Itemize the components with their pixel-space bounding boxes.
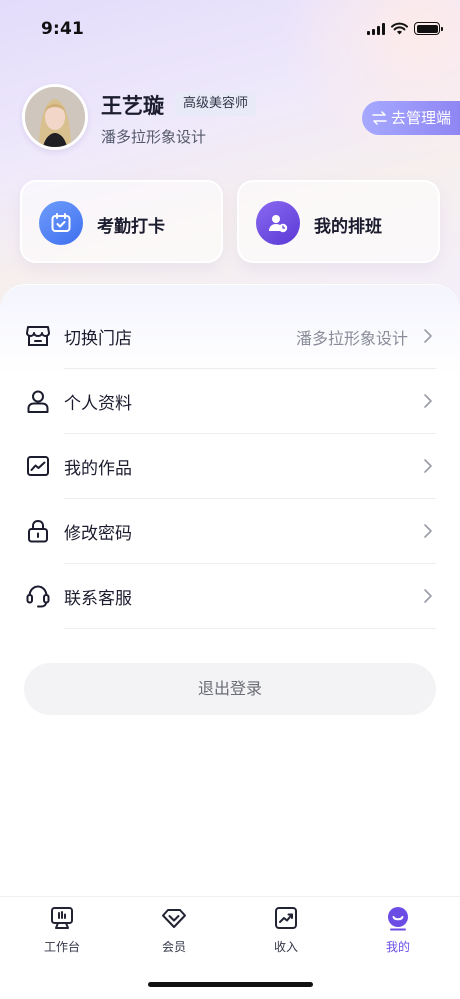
menu-item-label: 个人资料 (64, 394, 132, 414)
wifi-icon (391, 22, 408, 35)
menu-item-label: 切换门店 (64, 329, 132, 349)
menu-item-label: 我的作品 (64, 459, 132, 479)
menu-item-label: 联系客服 (64, 589, 132, 609)
cellular-signal-icon (367, 22, 385, 35)
attendance-label: 考勤打卡 (97, 217, 165, 237)
attendance-card[interactable]: 考勤打卡 (20, 180, 223, 263)
smile-profile-icon (388, 907, 408, 931)
title-badge: 高级美容师 (175, 92, 257, 116)
menu-item-my-works[interactable]: 我的作品 (0, 434, 460, 499)
tab-mine[interactable]: 我的 (358, 905, 438, 961)
menu-item-customer-service[interactable]: 联系客服 (0, 564, 460, 629)
tab-label: 会员 (161, 940, 186, 954)
swap-icon (372, 111, 387, 125)
store-icon (26, 326, 50, 346)
gallery-icon (27, 456, 49, 476)
tab-label: 工作台 (43, 940, 80, 954)
tab-members[interactable]: 会员 (134, 905, 214, 961)
menu-item-switch-store[interactable]: 切换门店 潘多拉形象设计 (0, 304, 460, 369)
user-name: 王艺璇 (101, 94, 164, 118)
home-indicator (148, 982, 313, 987)
divider (64, 628, 436, 629)
lock-icon (28, 519, 48, 543)
chevron-right-icon (424, 589, 432, 603)
settings-menu: 切换门店 潘多拉形象设计 个人资料 我的作品 修改密码 联系客服 (0, 284, 460, 896)
chevron-right-icon (424, 524, 432, 538)
logout-button[interactable]: 退出登录 (24, 663, 436, 715)
diamond-icon (162, 909, 186, 928)
status-bar: 9:41 (0, 0, 460, 58)
my-schedule-label: 我的排班 (314, 217, 382, 237)
menu-item-profile[interactable]: 个人资料 (0, 369, 460, 434)
calendar-check-icon (39, 201, 83, 245)
switch-to-admin-button[interactable]: 去管理端 (362, 101, 460, 135)
user-icon (27, 390, 49, 413)
battery-icon (414, 22, 443, 35)
my-schedule-card[interactable]: 我的排班 (237, 180, 440, 263)
avatar[interactable] (22, 84, 88, 150)
tab-workbench[interactable]: 工作台 (22, 905, 102, 961)
menu-item-value: 潘多拉形象设计 (295, 329, 408, 348)
tab-label: 我的 (385, 940, 410, 954)
current-store-label: 潘多拉形象设计 (101, 128, 207, 146)
chevron-right-icon (424, 459, 432, 473)
status-time: 9:41 (41, 19, 85, 39)
headset-icon (26, 585, 50, 608)
trend-chart-icon (275, 907, 297, 929)
tab-income[interactable]: 收入 (246, 905, 326, 961)
switch-to-admin-label: 去管理端 (391, 109, 452, 127)
status-icons (367, 22, 443, 35)
menu-item-change-password[interactable]: 修改密码 (0, 499, 460, 564)
workbench-icon (51, 907, 73, 929)
chevron-right-icon (424, 329, 432, 343)
chevron-right-icon (424, 394, 432, 408)
tab-label: 收入 (273, 940, 298, 954)
user-clock-icon (256, 201, 300, 245)
menu-item-label: 修改密码 (64, 524, 132, 544)
